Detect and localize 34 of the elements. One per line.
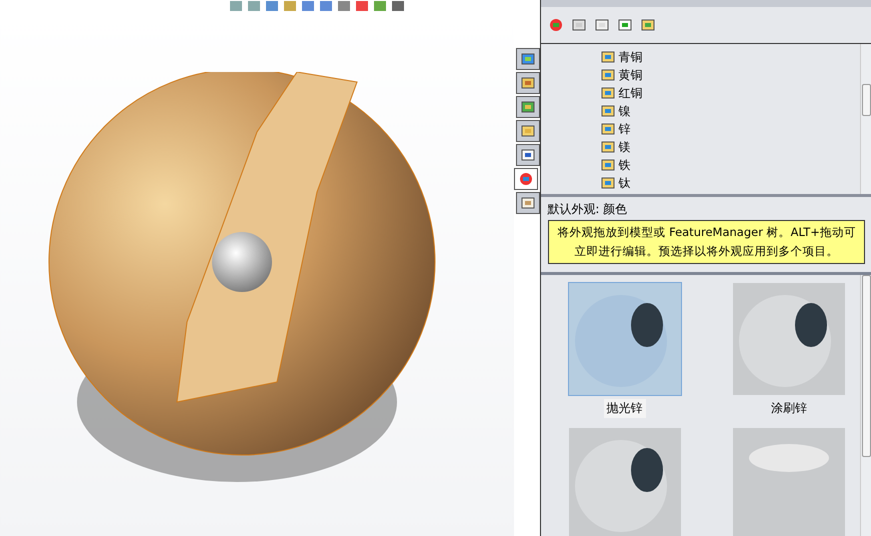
sphere-render[interactable] [732, 283, 845, 395]
tree-item[interactable]: 青铜 [601, 48, 860, 66]
toolbar-icon[interactable] [230, 1, 242, 11]
tree-item[interactable]: 铁 [601, 156, 860, 174]
toolbar-icon[interactable] [248, 1, 260, 11]
panel-tab[interactable] [516, 144, 540, 166]
appearance-label[interactable]: 抛光锌 [604, 399, 646, 418]
scrollbar[interactable] [860, 44, 871, 194]
sphere-render[interactable] [568, 428, 681, 536]
scrollbar[interactable] [860, 275, 871, 536]
toolbar-icon[interactable] [374, 1, 386, 11]
toolbar-icon[interactable] [356, 1, 368, 11]
panel-tab[interactable] [516, 96, 540, 118]
tree-item[interactable]: 钛 [601, 174, 860, 192]
toolbar-icon[interactable] [266, 1, 278, 11]
tree-item[interactable]: 黄铜 [601, 66, 860, 84]
tree-item[interactable]: 红铜 [601, 84, 860, 102]
tree-item[interactable]: 锌 [601, 120, 860, 138]
tooltip: 将外观拖放到模型或 FeatureManager 树。ALT+拖动可立即进行编辑。预选择以将外观应用到多个项目。 [548, 220, 865, 264]
toolbar-icon[interactable] [320, 1, 332, 11]
panel-tab[interactable] [516, 120, 540, 142]
default-appearance-label: 默认外观: 颜色 [546, 201, 628, 218]
tree-item[interactable]: 镍 [601, 102, 860, 120]
panel-tab[interactable] [514, 168, 538, 190]
appearance-label[interactable]: 涂刷锌 [768, 399, 810, 418]
panel-tab[interactable] [516, 48, 540, 70]
toolbar-icon[interactable] [302, 1, 314, 11]
panel-tab[interactable] [516, 72, 540, 94]
color-ball-icon [519, 172, 534, 186]
tree-item[interactable]: 镁 [601, 138, 860, 156]
toolbar-icon[interactable] [338, 1, 350, 11]
toolbar-icon[interactable] [392, 1, 404, 11]
sphere-render[interactable] [568, 283, 681, 395]
panel-tab[interactable] [516, 192, 540, 214]
